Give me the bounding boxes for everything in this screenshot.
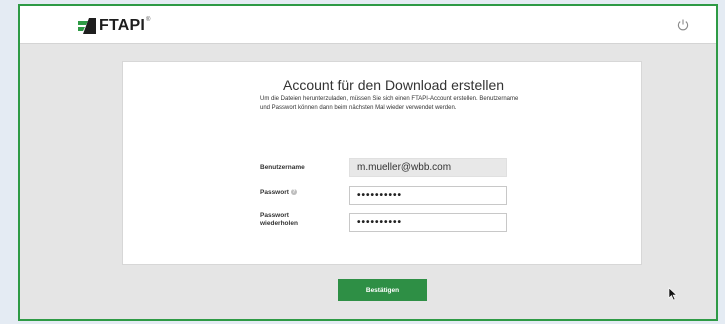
account-card: Account für den Download erstellen Um di…: [122, 61, 642, 265]
intro-text: Um die Dateien herunterzuladen, müssen S…: [260, 96, 519, 111]
password-label-text: Passwort: [260, 189, 289, 196]
logo-registered-mark: ®: [146, 17, 151, 23]
ftapi-logo: FTAPI ®: [78, 16, 150, 36]
password-label: Passwort?: [260, 189, 297, 197]
ftapi-logo-icon: [78, 18, 96, 34]
username-label: Benutzername: [260, 164, 305, 171]
password-field[interactable]: ••••••••••: [349, 186, 507, 205]
power-icon[interactable]: [676, 18, 690, 32]
mouse-cursor-icon: [668, 287, 678, 301]
help-icon[interactable]: ?: [290, 189, 297, 195]
password-repeat-label: Passwort wiederholen: [260, 212, 298, 228]
password-repeat-label-line2: wiederholen: [260, 220, 298, 227]
top-bar: FTAPI ®: [20, 6, 716, 44]
password-repeat-field[interactable]: ••••••••••: [349, 213, 507, 232]
app-frame: FTAPI ® Account für den Download erstell…: [18, 4, 718, 321]
password-repeat-label-line1: Passwort: [260, 212, 289, 219]
logo-text: FTAPI: [99, 17, 146, 34]
page-title: Account für den Download erstellen: [283, 77, 505, 93]
username-field[interactable]: m.mueller@wbb.com: [349, 158, 507, 177]
confirm-button[interactable]: Bestätigen: [338, 279, 427, 301]
